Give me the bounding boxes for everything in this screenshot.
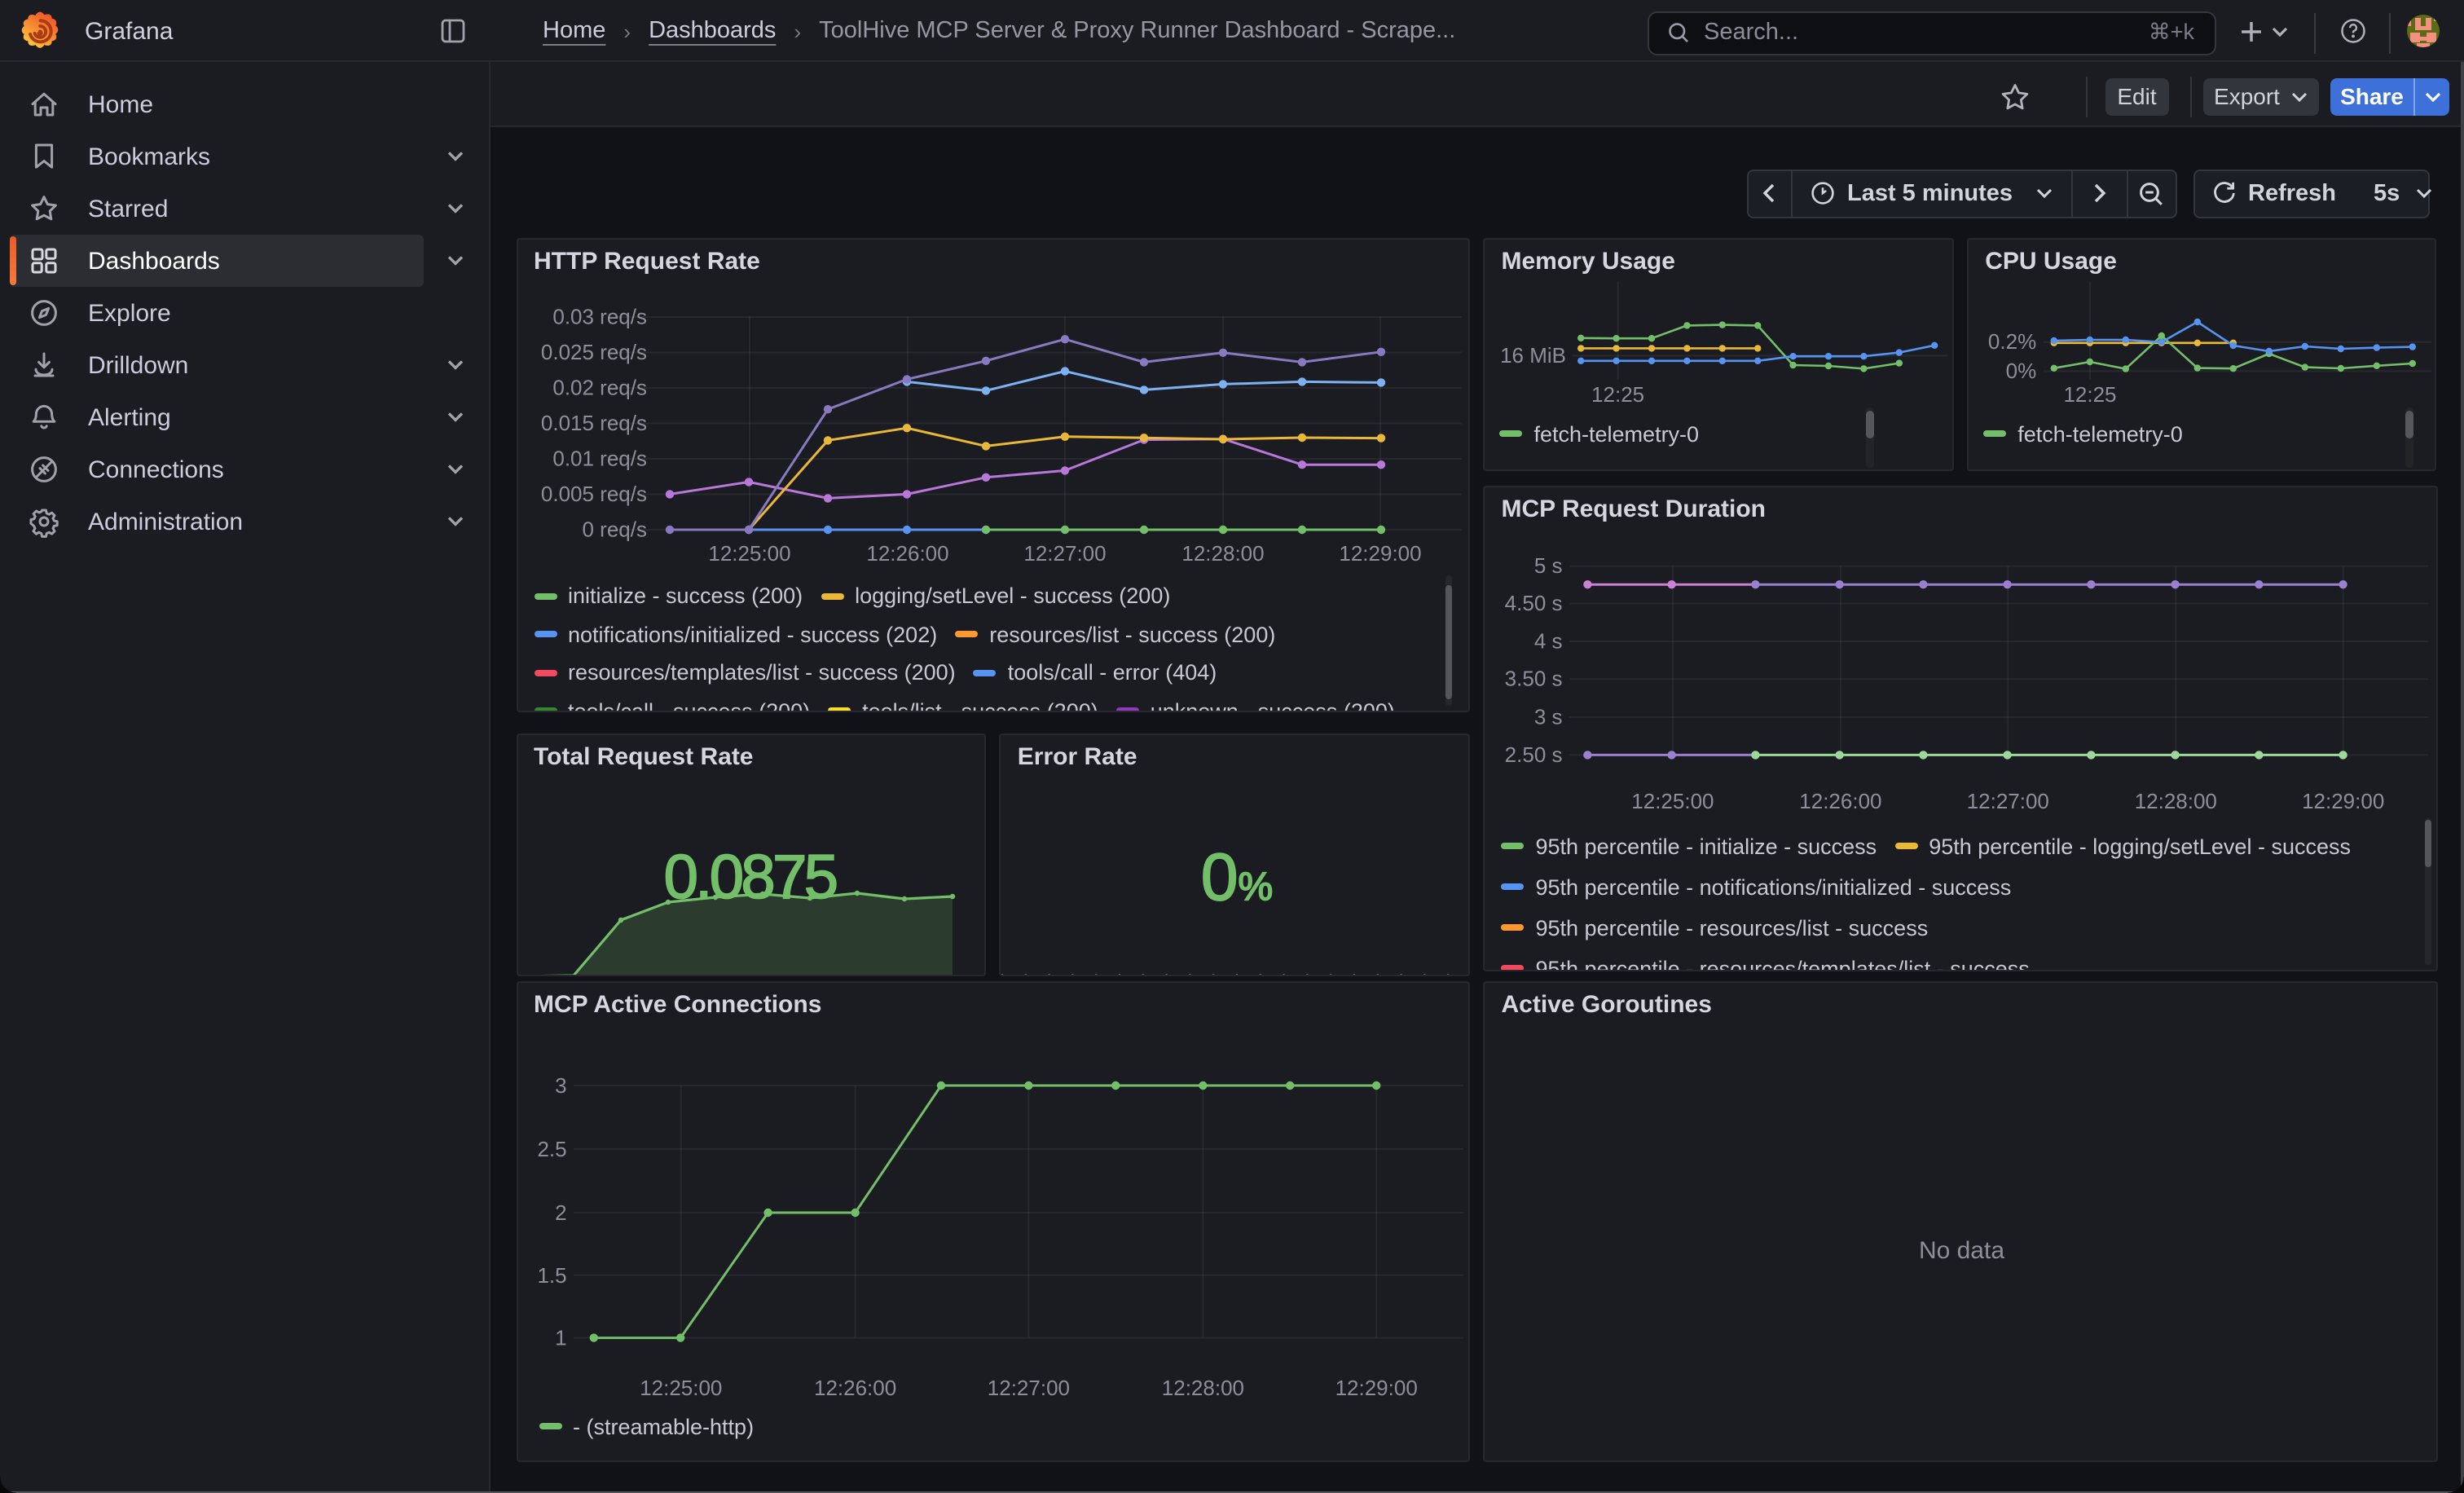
svg-text:2.50 s: 2.50 s xyxy=(1505,742,1563,766)
svg-text:0.015 req/s: 0.015 req/s xyxy=(540,410,646,434)
svg-text:12:29:00: 12:29:00 xyxy=(1338,540,1420,565)
svg-text:12:28:00: 12:28:00 xyxy=(1161,1375,1243,1399)
svg-text:12:28:00: 12:28:00 xyxy=(2135,788,2217,813)
svg-text:0%: 0% xyxy=(1202,839,1274,914)
svg-text:0.0875: 0.0875 xyxy=(663,842,836,911)
svg-text:0%: 0% xyxy=(2006,358,2037,382)
svg-text:12:25: 12:25 xyxy=(2064,381,2117,406)
svg-text:12:25:00: 12:25:00 xyxy=(639,1375,721,1399)
svg-text:12:27:00: 12:27:00 xyxy=(1023,540,1105,565)
svg-text:12:27:00: 12:27:00 xyxy=(987,1375,1069,1399)
svg-text:16 MiB: 16 MiB xyxy=(1501,342,1567,367)
svg-text:0.01 req/s: 0.01 req/s xyxy=(552,445,646,469)
svg-text:0.025 req/s: 0.025 req/s xyxy=(540,339,646,363)
svg-text:5 s: 5 s xyxy=(1534,553,1563,577)
svg-text:0.2%: 0.2% xyxy=(1988,328,2036,353)
svg-text:12:27:00: 12:27:00 xyxy=(1967,788,2049,813)
svg-text:4 s: 4 s xyxy=(1534,628,1563,652)
svg-text:3 s: 3 s xyxy=(1534,703,1563,728)
svg-text:12:26:00: 12:26:00 xyxy=(1800,788,1882,813)
svg-text:0.005 req/s: 0.005 req/s xyxy=(540,481,646,505)
svg-text:12:25: 12:25 xyxy=(1592,381,1645,406)
svg-text:0.03 req/s: 0.03 req/s xyxy=(552,303,646,328)
svg-text:4.50 s: 4.50 s xyxy=(1505,590,1563,614)
svg-text:12:26:00: 12:26:00 xyxy=(865,540,948,565)
svg-text:2: 2 xyxy=(554,1200,565,1224)
svg-text:12:29:00: 12:29:00 xyxy=(2303,788,2385,813)
svg-text:1.5: 1.5 xyxy=(536,1262,565,1287)
svg-text:1: 1 xyxy=(554,1325,565,1350)
svg-text:12:25:00: 12:25:00 xyxy=(1632,788,1714,813)
svg-text:12:26:00: 12:26:00 xyxy=(813,1375,895,1399)
svg-text:12:29:00: 12:29:00 xyxy=(1335,1375,1417,1399)
svg-text:3.50 s: 3.50 s xyxy=(1505,666,1563,690)
svg-text:2.5: 2.5 xyxy=(536,1136,565,1160)
svg-text:0 req/s: 0 req/s xyxy=(582,516,647,540)
svg-text:12:25:00: 12:25:00 xyxy=(707,540,790,565)
svg-text:12:28:00: 12:28:00 xyxy=(1181,540,1263,565)
svg-text:0.02 req/s: 0.02 req/s xyxy=(552,374,646,399)
svg-text:3: 3 xyxy=(554,1072,565,1097)
